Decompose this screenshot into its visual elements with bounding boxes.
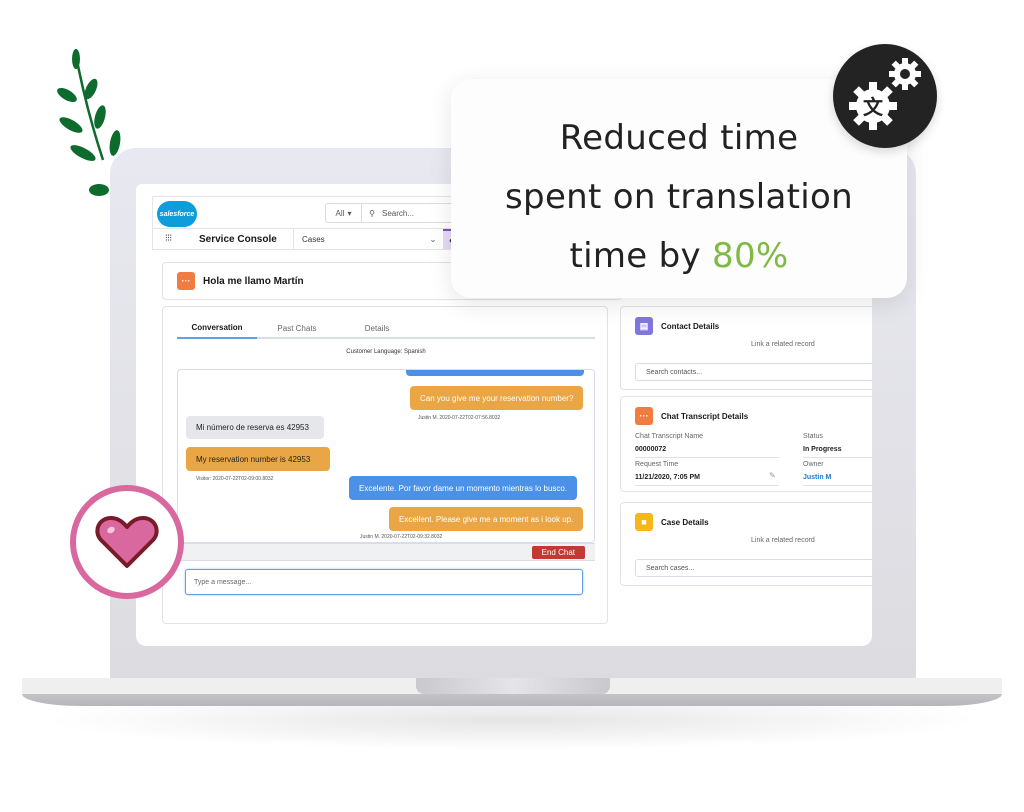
contact-details-card: ▤ Contact Details Link a related record … — [620, 306, 872, 390]
heart-badge — [70, 485, 184, 599]
chat-bubble-agent-original: Excelente. Por favor dame un momento mie… — [349, 476, 578, 500]
chat-bubble-visitor-translation: My reservation number is 42953 — [186, 447, 330, 471]
owner-link[interactable]: Justin M — [803, 474, 831, 481]
card-header: ■ Case Details — [635, 513, 709, 531]
field-value: 00000072 — [635, 446, 667, 453]
app-launcher-icon[interactable]: ⁝⁝⁝ — [153, 234, 183, 244]
caret-down-icon: ▾ — [347, 208, 352, 218]
search-input[interactable]: Search... — [382, 209, 414, 218]
translate-gears-icon: 文 — [833, 44, 937, 148]
app-name: Service Console — [199, 233, 277, 245]
nav-item-cases[interactable]: Cases — [293, 229, 393, 249]
chat-bubble-icon: ··· — [177, 272, 195, 290]
record-title: Hola me llamo Martín — [203, 275, 304, 287]
contact-card-icon: ▤ — [635, 317, 653, 335]
link-related-record[interactable]: Link a related record — [751, 341, 815, 348]
callout-line-3: time by 80% — [451, 227, 907, 286]
chat-bubble-visitor-original: Mi número de reserva es 42953 — [186, 416, 324, 439]
laptop-base-edge — [22, 694, 1002, 706]
stat-highlight: 80% — [712, 236, 789, 276]
field-label: Chat Transcript Name — [635, 433, 704, 440]
chat-transcript[interactable]: Can you give me your reservation number?… — [177, 369, 595, 543]
promo-stage: salesforce All ▾ ⚲ Search... ⁝⁝⁝ Service… — [0, 0, 1024, 812]
chat-footer: End Chat — [177, 543, 595, 561]
card-title: Case Details — [661, 517, 709, 527]
search-scope-label: All — [335, 208, 345, 218]
chat-bubble-agent-partial — [406, 370, 584, 376]
edit-pencil-icon[interactable]: ✎ — [769, 471, 776, 480]
end-chat-button[interactable]: End Chat — [531, 546, 585, 559]
search-scope-dropdown[interactable]: All ▾ — [326, 204, 362, 222]
chat-timestamp: Visitor: 2020-07-22T02-09:00.8032 — [196, 476, 274, 482]
tab-details[interactable]: Details — [337, 317, 417, 339]
search-contacts-input[interactable]: Search contacts... — [635, 363, 872, 381]
card-title: Contact Details — [661, 321, 720, 331]
field-label: Status — [803, 433, 823, 440]
chat-timestamp: Justin M. 2020-07-22T02-09:32.8032 — [360, 534, 443, 540]
heart-icon — [95, 516, 159, 568]
tab-conversation[interactable]: Conversation — [177, 317, 257, 339]
field-value: 11/21/2020, 7:05 PM — [635, 474, 700, 481]
card-header: ▤ Contact Details — [635, 317, 719, 335]
chat-transcript-details-card: ··· Chat Transcript Details Chat Transcr… — [620, 396, 872, 492]
search-icon: ⚲ — [369, 208, 375, 218]
search-cases-input[interactable]: Search cases... — [635, 559, 872, 577]
chat-timestamp: Justin M. 2020-07-22T02-07:56.8032 — [418, 415, 501, 421]
link-related-record[interactable]: Link a related record — [751, 537, 815, 544]
chat-bubble-agent-translation: Can you give me your reservation number? — [410, 386, 584, 410]
salesforce-logo[interactable]: salesforce — [157, 201, 197, 227]
customer-language: Customer Language: Spanish — [346, 349, 426, 355]
chat-bubble-icon: ··· — [635, 407, 653, 425]
card-title: Chat Transcript Details — [661, 411, 749, 421]
field-divider — [803, 485, 872, 486]
gears-graphic: 文 — [849, 58, 921, 130]
callout-line-3-prefix: time by — [569, 236, 713, 276]
card-header: ··· Chat Transcript Details — [635, 407, 748, 425]
message-input[interactable]: Type a message... — [185, 569, 583, 595]
status-value: In Progress — [803, 446, 842, 453]
case-details-card: ■ Case Details Link a related record Sea… — [620, 502, 872, 586]
chat-tabs: Conversation Past Chats Details — [177, 317, 595, 339]
field-divider — [635, 457, 779, 458]
laptop-notch — [416, 678, 610, 694]
field-label: Request Time — [635, 461, 679, 468]
chat-panel: Conversation Past Chats Details Customer… — [162, 306, 608, 624]
field-divider — [803, 457, 872, 458]
chevron-down-icon[interactable]: ⌄ — [423, 234, 443, 245]
chat-bubble-agent-translation: Excellent. Please give me a moment as i … — [389, 507, 584, 531]
callout-line-2: spent on translation — [505, 177, 853, 217]
field-divider — [635, 485, 779, 486]
svg-text:文: 文 — [863, 95, 884, 119]
briefcase-icon: ■ — [635, 513, 653, 531]
tab-past-chats[interactable]: Past Chats — [257, 317, 337, 339]
field-label: Owner — [803, 461, 824, 468]
